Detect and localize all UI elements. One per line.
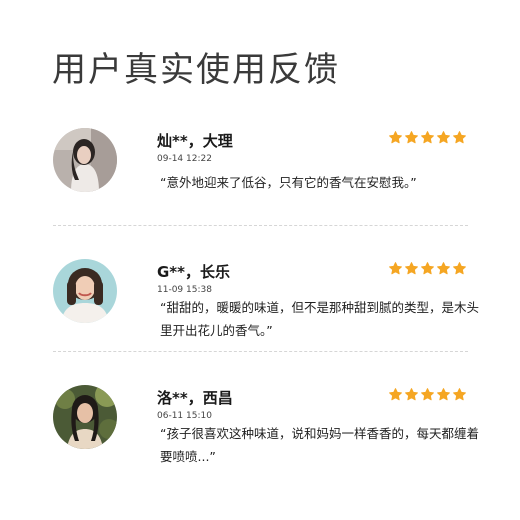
star-icon (389, 262, 402, 275)
star-icon (405, 388, 418, 401)
star-icon (405, 262, 418, 275)
star-icon (453, 262, 466, 275)
star-icon (453, 388, 466, 401)
star-icon (421, 388, 434, 401)
star-icon (405, 131, 418, 144)
star-rating (388, 130, 467, 145)
star-icon (453, 131, 466, 144)
reviewer-name: G**，长乐 (157, 263, 231, 281)
star-icon (421, 131, 434, 144)
review-card: 灿**，大理 09-14 12:22 “意外地迎来了低谷，只有它的香气在安慰我。… (0, 128, 520, 228)
review-text: “孩子很喜欢这种味道，说和妈妈一样香香的，每天都缠着要喷喷...” (160, 426, 479, 464)
review-card: G**，长乐 11-09 15:38 “甜甜的，暖暖的味道，但不是那种甜到腻的类… (0, 259, 520, 359)
review-date: 11-09 15:38 (157, 285, 212, 295)
star-icon (389, 131, 402, 144)
star-icon (389, 388, 402, 401)
review-date: 06-11 15:10 (157, 411, 212, 421)
review-date: 09-14 12:22 (157, 154, 212, 164)
review-text: “意外地迎来了低谷，只有它的香气在安慰我。” (160, 175, 417, 190)
reviewer-name: 灿**，大理 (157, 132, 233, 150)
star-icon (437, 131, 450, 144)
avatar (53, 259, 117, 323)
star-icon (421, 262, 434, 275)
review-card: 洛**，西昌 06-11 15:10 “孩子很喜欢这种味道，说和妈妈一样香香的，… (0, 385, 520, 485)
star-icon (437, 262, 450, 275)
review-text: “甜甜的，暖暖的味道，但不是那种甜到腻的类型，是木头里开出花儿的香气。” (160, 300, 479, 338)
divider (53, 351, 468, 352)
star-rating (388, 261, 467, 276)
star-icon (437, 388, 450, 401)
avatar (53, 385, 117, 449)
page-title: 用户真实使用反馈 (52, 50, 340, 90)
star-rating (388, 387, 467, 402)
avatar (53, 128, 117, 192)
reviewer-name: 洛**，西昌 (157, 389, 233, 407)
divider (53, 225, 468, 226)
